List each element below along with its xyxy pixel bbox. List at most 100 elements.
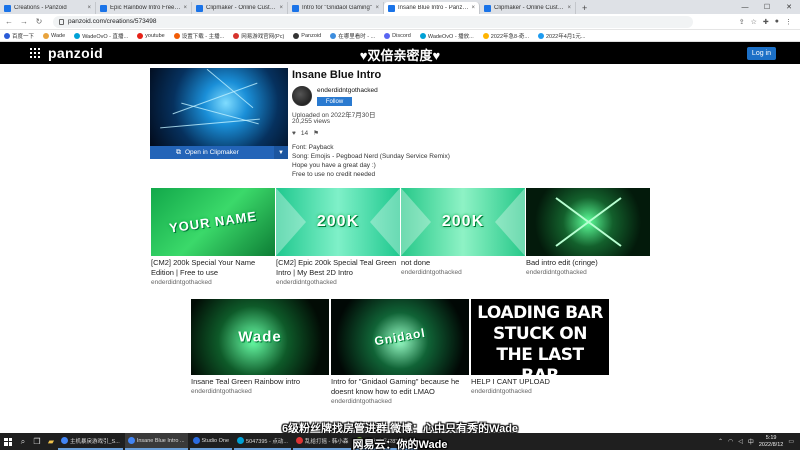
- card-title[interactable]: not done: [401, 258, 525, 268]
- close-window-icon[interactable]: ✕: [778, 0, 800, 14]
- extensions-icon[interactable]: ✚: [763, 18, 769, 26]
- address-bar[interactable]: panzoid.com/creations/573498: [53, 15, 693, 28]
- close-tab-icon[interactable]: ×: [375, 5, 379, 11]
- card-title[interactable]: [CM2] Epic 200k Special Teal Green Intro…: [276, 258, 400, 278]
- bookmark-item[interactable]: 2022年4月1元...: [538, 32, 585, 40]
- panzoid-favicon-icon: [100, 4, 107, 12]
- avatar[interactable]: [292, 86, 312, 106]
- thumbnail-text: 200K: [441, 213, 485, 230]
- description-line: Hope you have a great day :): [292, 162, 376, 169]
- heart-icon[interactable]: ♥: [292, 130, 296, 137]
- card-title[interactable]: Bad intro edit (cringe): [526, 258, 650, 268]
- card-thumbnail[interactable]: [526, 188, 650, 256]
- view-count: 20,255 views: [292, 118, 330, 125]
- close-tab-icon[interactable]: ×: [567, 5, 571, 11]
- bookmark-item[interactable]: Discord: [384, 32, 411, 39]
- browser-tab-active[interactable]: Insane Blue Intro - Panzoid ×: [384, 2, 480, 14]
- close-tab-icon[interactable]: ×: [183, 5, 187, 11]
- follow-button[interactable]: Follow: [317, 97, 352, 106]
- bookmark-item[interactable]: Panzoid: [293, 32, 321, 39]
- bookmark-favicon-icon: [419, 32, 426, 39]
- flag-icon[interactable]: ⚑: [313, 129, 319, 137]
- close-tab-icon[interactable]: ×: [279, 5, 283, 11]
- card-thumbnail[interactable]: YOUR NAME: [151, 188, 275, 256]
- bookmark-item[interactable]: 2022年急8-奇...: [482, 32, 529, 40]
- thumbnail-graphic: [555, 197, 622, 247]
- card-thumbnail[interactable]: Wade: [191, 299, 329, 375]
- bookmark-favicon-icon: [74, 32, 81, 39]
- close-tab-icon[interactable]: ×: [471, 5, 475, 11]
- card-author[interactable]: enderdidntgothacked: [471, 388, 609, 395]
- new-tab-icon[interactable]: +: [576, 2, 593, 14]
- panzoid-favicon-icon: [388, 4, 395, 12]
- lock-icon: [59, 18, 64, 25]
- thumbnail-text: Wade: [238, 328, 282, 346]
- profile-icon[interactable]: ●: [775, 18, 779, 26]
- creation-card[interactable]: YOUR NAME [CM2] 200k Special Your Name E…: [151, 188, 275, 286]
- description-line: Song: Emojis - Pegboad Nerd (Sunday Serv…: [292, 153, 450, 160]
- menu-dots-icon[interactable]: ⋮: [785, 18, 792, 26]
- url-text: panzoid.com/creations/573498: [68, 18, 157, 25]
- card-thumbnail[interactable]: 200K: [401, 188, 525, 256]
- chevron-down-icon[interactable]: ▼: [274, 146, 288, 159]
- creation-card[interactable]: Bad intro edit (cringe) enderdidntgothac…: [526, 188, 650, 276]
- minimize-icon[interactable]: —: [734, 0, 756, 14]
- card-author[interactable]: enderdidntgothacked: [276, 279, 400, 286]
- browser-tab[interactable]: Epic Rainbow Intro Free Tem...×: [96, 2, 192, 14]
- creation-card[interactable]: 200K [CM2] Epic 200k Special Teal Green …: [276, 188, 400, 286]
- open-in-clipmaker-button[interactable]: ⧉ Open in Clipmaker ▼: [150, 146, 288, 159]
- card-title[interactable]: HELP I CANT UPLOAD: [471, 377, 609, 387]
- bookmark-item[interactable]: 设置下载 - 主播...: [173, 32, 224, 40]
- browser-tab[interactable]: Intro for "Gnidaol Gaming" ×: [288, 2, 384, 14]
- bookmark-item[interactable]: 百度一下: [4, 32, 34, 40]
- bookmark-star-icon[interactable]: ☆: [751, 18, 757, 26]
- panzoid-favicon-icon: [4, 4, 11, 12]
- stream-overlay-title: ♥双倍亲密度♥: [359, 48, 441, 63]
- bookmarks-bar: 百度一下 Wade WadeOvO - 直播... youtube 设置下载 -…: [0, 30, 800, 42]
- card-thumbnail[interactable]: 200K: [276, 188, 400, 256]
- maximize-icon[interactable]: ☐: [756, 0, 778, 14]
- description-line: Font: Payback: [292, 144, 334, 151]
- back-icon[interactable]: ←: [3, 17, 15, 26]
- browser-tab[interactable]: Creations - Panzoid ×: [0, 2, 96, 14]
- bookmark-item[interactable]: 网易游戏官网(Pc): [233, 32, 284, 40]
- card-thumbnail[interactable]: Gnidaol: [331, 299, 469, 375]
- card-author[interactable]: enderdidntgothacked: [331, 398, 469, 405]
- forward-icon[interactable]: →: [18, 17, 30, 26]
- card-author[interactable]: enderdidntgothacked: [526, 269, 650, 276]
- creation-card[interactable]: LOADING BAR STUCK ON THE LAST BAR HELP I…: [471, 299, 609, 395]
- bookmark-favicon-icon: [293, 32, 300, 39]
- bookmark-favicon-icon: [233, 32, 240, 39]
- browser-tab[interactable]: Clipmaker - Online Custom... ×: [192, 2, 288, 14]
- reload-icon[interactable]: ↻: [33, 17, 45, 26]
- browser-tab[interactable]: Clipmaker - Online Custom... ×: [480, 2, 576, 14]
- creation-card[interactable]: 200K not done enderdidntgothacked: [401, 188, 525, 276]
- card-title[interactable]: Intro for "Gnidaol Gaming" because he do…: [331, 377, 469, 397]
- thumbnail-text: Gnidaol: [373, 325, 427, 349]
- login-button[interactable]: Log in: [746, 47, 776, 60]
- share-icon[interactable]: ⇪: [739, 18, 745, 26]
- bookmark-favicon-icon: [330, 32, 337, 39]
- creation-card[interactable]: Gnidaol Intro for "Gnidaol Gaming" becau…: [331, 299, 469, 405]
- thumbnail-text: 200K: [316, 213, 360, 230]
- card-title[interactable]: Insane Teal Green Rainbow intro: [191, 377, 329, 387]
- creation-stats: ♥ 14 ⚑: [292, 129, 319, 138]
- creation-card[interactable]: Wade Insane Teal Green Rainbow intro end…: [191, 299, 329, 395]
- card-author[interactable]: enderdidntgothacked: [401, 269, 525, 276]
- bookmark-item[interactable]: Wade: [43, 32, 65, 39]
- card-title[interactable]: [CM2] 200k Special Your Name Edition | F…: [151, 258, 275, 278]
- bookmark-favicon-icon: [482, 32, 489, 39]
- creator-name[interactable]: enderdidntgothacked: [317, 87, 378, 94]
- browser-toolbar: ← → ↻ panzoid.com/creations/573498 ⇪ ☆ ✚…: [0, 14, 800, 30]
- browser-tab-strip: Creations - Panzoid × Epic Rainbow Intro …: [0, 0, 800, 14]
- bookmark-item[interactable]: WadeOvO - 直播...: [74, 32, 128, 40]
- creation-thumbnail[interactable]: [150, 68, 288, 146]
- card-author[interactable]: enderdidntgothacked: [191, 388, 329, 395]
- card-thumbnail[interactable]: LOADING BAR STUCK ON THE LAST BAR: [471, 299, 609, 375]
- thumbnail-text: YOUR NAME: [168, 208, 258, 236]
- card-author[interactable]: enderdidntgothacked: [151, 279, 275, 286]
- close-tab-icon[interactable]: ×: [87, 5, 91, 11]
- bookmark-item[interactable]: WadeOvO - 播放...: [419, 32, 474, 40]
- bookmark-item[interactable]: 在哪里看时 - ...: [330, 32, 375, 40]
- bookmark-item[interactable]: youtube: [137, 32, 165, 39]
